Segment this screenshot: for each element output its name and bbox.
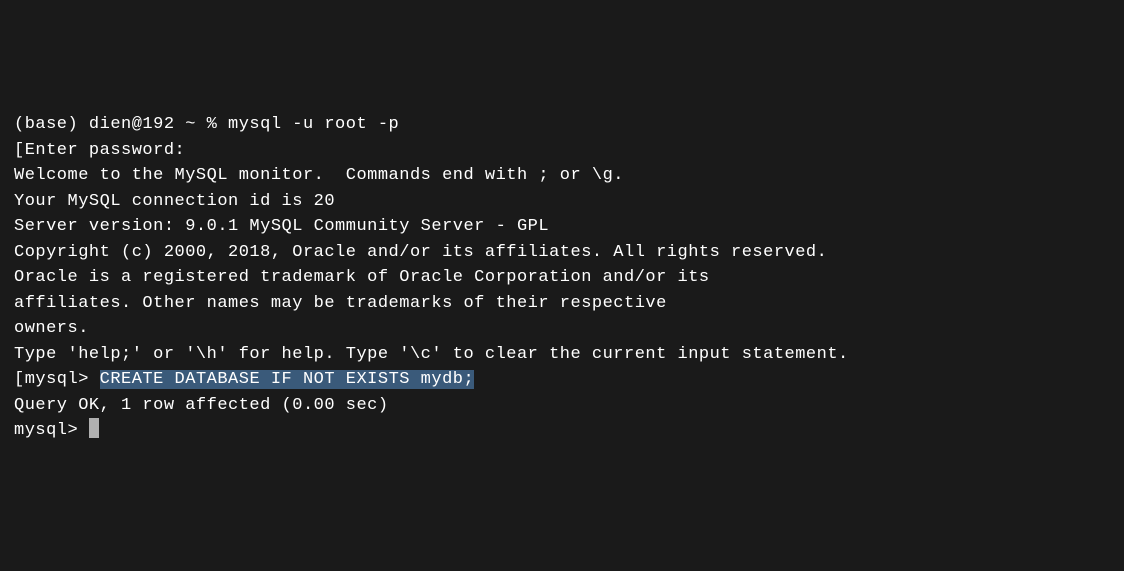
mysql-prompt-line[interactable]: mysql> [14,418,1110,444]
query-result-line: Query OK, 1 row affected (0.00 sec) [14,393,1110,419]
open-bracket: [ [14,370,25,389]
enter-password-text: Enter password: [25,141,186,160]
password-prompt-line: [Enter password: [14,138,1110,164]
open-bracket: [ [14,141,25,160]
welcome-line: Welcome to the MySQL monitor. Commands e… [14,163,1110,189]
trademark-line-1: Oracle is a registered trademark of Orac… [14,265,1110,291]
terminal-output[interactable]: (base) dien@192 ~ % mysql -u root -p[Ent… [14,112,1110,444]
trademark-line-3: owners. [14,316,1110,342]
copyright-line: Copyright (c) 2000, 2018, Oracle and/or … [14,240,1110,266]
trademark-line-2: affiliates. Other names may be trademark… [14,291,1110,317]
shell-prompt-line: (base) dien@192 ~ % mysql -u root -p [14,112,1110,138]
mysql-prompt: mysql> [25,370,100,389]
mysql-prompt: mysql> [14,421,89,440]
connection-id-line: Your MySQL connection id is 20 [14,189,1110,215]
cursor-icon [89,418,99,438]
help-line: Type 'help;' or '\h' for help. Type '\c'… [14,342,1110,368]
server-version-line: Server version: 9.0.1 MySQL Community Se… [14,214,1110,240]
mysql-command-line: [mysql> CREATE DATABASE IF NOT EXISTS my… [14,367,1110,393]
create-database-command: CREATE DATABASE IF NOT EXISTS mydb; [100,370,475,389]
